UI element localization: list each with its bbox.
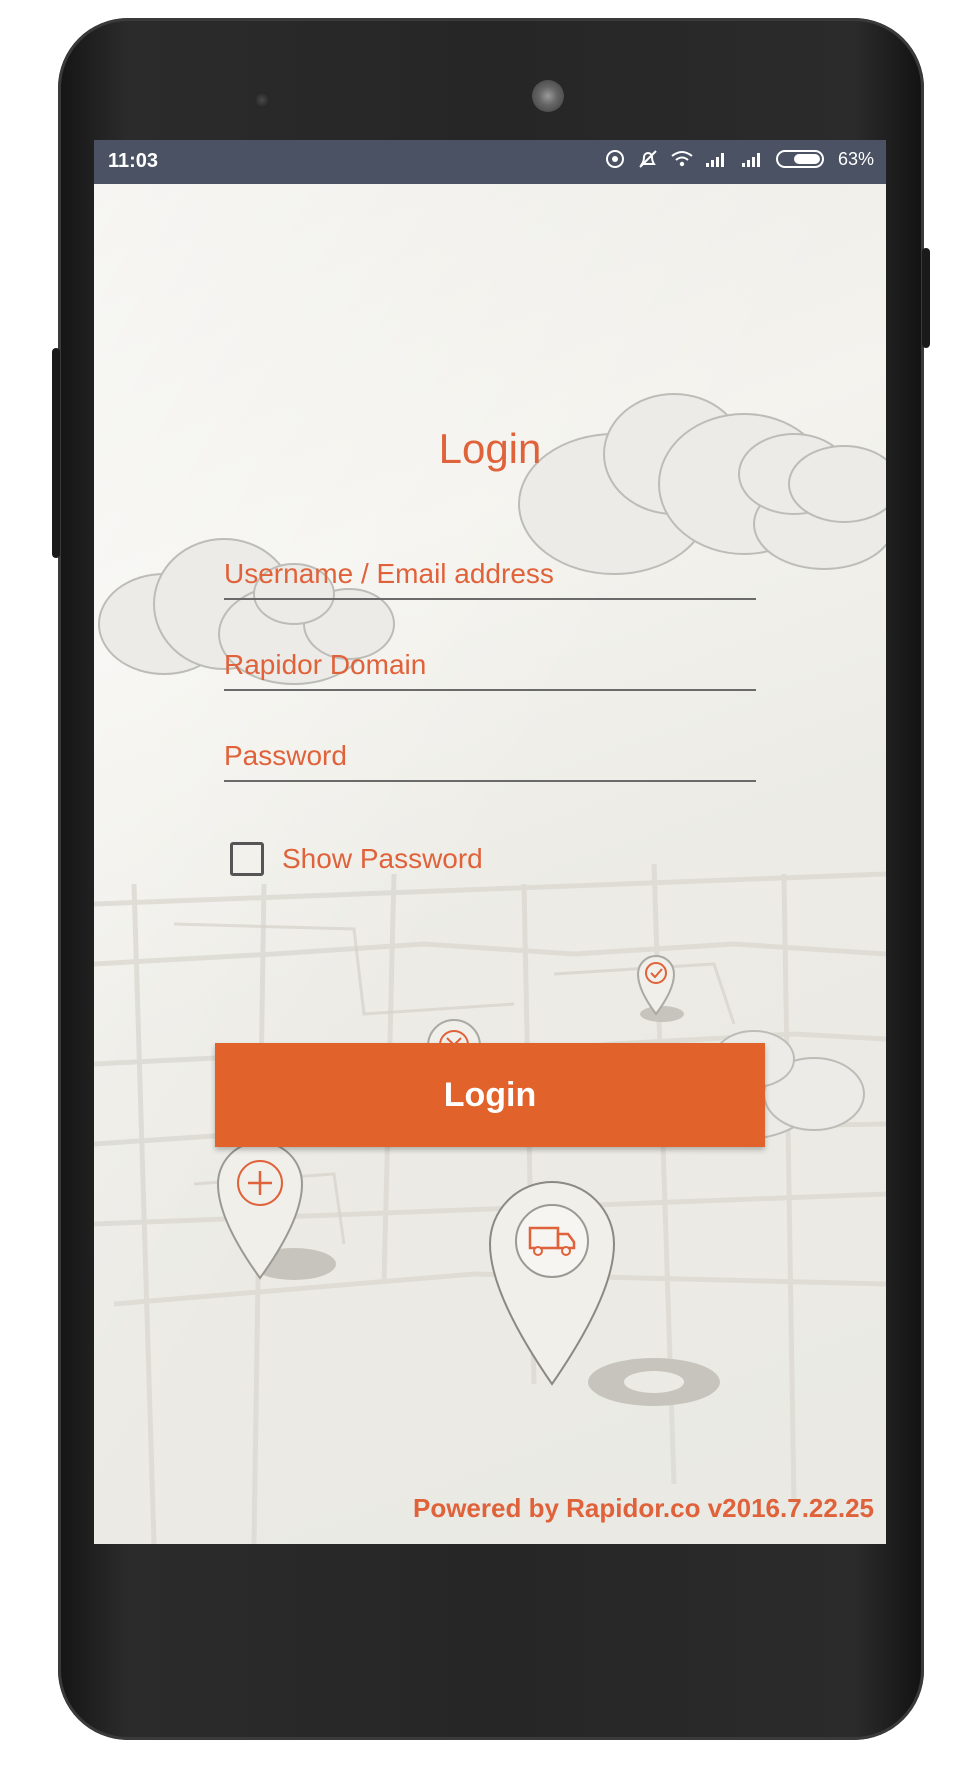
username-field — [224, 552, 756, 600]
show-password-toggle[interactable]: Show Password — [230, 842, 483, 876]
username-input[interactable] — [224, 552, 756, 596]
page-title: Login — [438, 425, 542, 472]
background-illustration — [94, 184, 886, 1544]
signal-2-icon — [741, 153, 760, 167]
wifi-icon — [671, 151, 693, 167]
show-password-checkbox[interactable] — [230, 842, 264, 876]
front-camera — [254, 92, 270, 108]
status-bar: 11:03 63% — [94, 140, 886, 184]
mute-icon — [639, 150, 657, 168]
login-button[interactable]: Login — [215, 1043, 765, 1147]
earpiece-speaker — [532, 80, 564, 112]
signal-1-icon — [705, 153, 724, 167]
volume-button — [52, 348, 60, 558]
status-time: 11:03 — [108, 150, 159, 172]
phone-chin — [94, 1544, 886, 1664]
domain-input[interactable] — [224, 643, 756, 687]
app-screen: 11:03 63% Login Username / Email address… — [94, 140, 886, 1544]
powered-by-footer: Powered by Rapidor.co v2016.7.22.25 — [412, 1493, 874, 1523]
domain-field — [224, 643, 756, 691]
password-input[interactable] — [224, 734, 756, 778]
power-button — [922, 248, 930, 348]
battery-percent: 63% — [837, 148, 874, 169]
password-field — [224, 734, 756, 782]
battery-icon — [775, 150, 824, 168]
show-password-label: Show Password — [282, 843, 483, 874]
hotspot-icon — [605, 150, 624, 168]
status-icons: 63% — [604, 148, 874, 170]
